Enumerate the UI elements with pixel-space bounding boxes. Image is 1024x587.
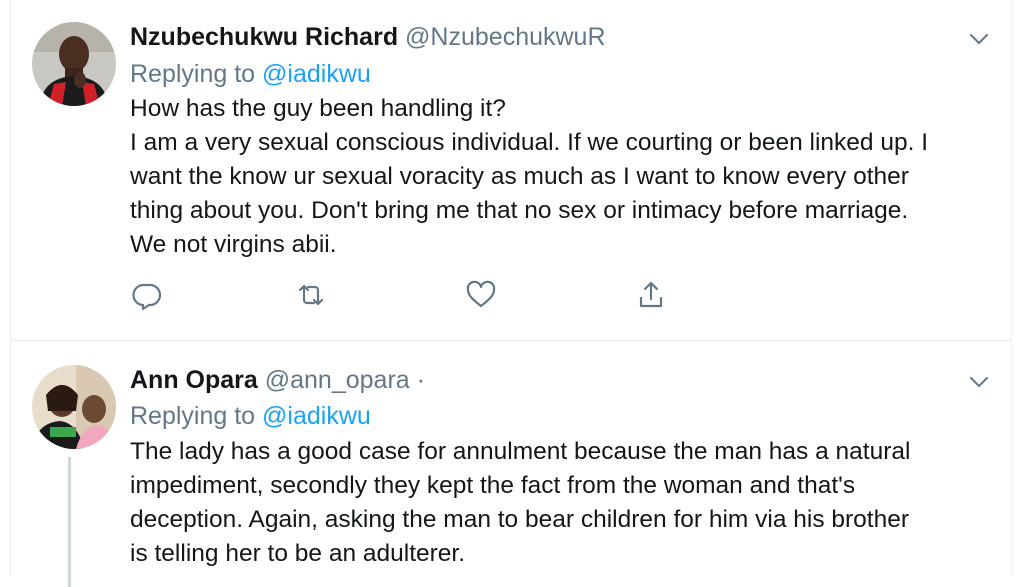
share-icon[interactable] <box>634 278 668 312</box>
tweet-text-line: impediment, secondly they kept the fact … <box>130 472 856 499</box>
separator-dot: · <box>416 366 425 394</box>
display-name[interactable]: Nzubechukwu Richard <box>130 23 398 51</box>
avatar[interactable] <box>32 22 116 106</box>
display-name[interactable]: Ann Opara <box>130 366 258 394</box>
replying-to-label: Replying to <box>130 402 256 430</box>
replying-to: Replying to @iadikwu <box>130 399 371 433</box>
tweet-text-line: deception. Again, asking the man to bear… <box>130 506 909 533</box>
retweet-icon[interactable] <box>294 278 328 312</box>
replying-to-user-link[interactable]: @iadikwu <box>262 60 371 88</box>
tweet-header: Ann Opara @ann_opara · <box>130 363 425 397</box>
tweet-text-line: thing about you. Don't bring me that no … <box>130 197 909 224</box>
tweet-text-line: want the know ur sexual voracity as much… <box>130 163 909 190</box>
tweet-text-line: The lady has a good case for annulment b… <box>130 438 911 465</box>
replying-to-user-link[interactable]: @iadikwu <box>262 402 371 430</box>
heart-icon[interactable] <box>464 278 498 312</box>
tweet-text: How has the guy been handling it? I am a… <box>130 92 1000 262</box>
replying-to: Replying to @iadikwu <box>130 57 371 91</box>
tweet-text-line: is telling her to be an adulterer. <box>130 540 466 567</box>
username[interactable]: @ann_opara <box>265 366 410 394</box>
reply-icon[interactable] <box>130 278 164 312</box>
avatar[interactable] <box>32 365 116 449</box>
chevron-down-icon[interactable] <box>968 30 990 48</box>
tweet-header: Nzubechukwu Richard @NzubechukwuR <box>130 20 606 54</box>
tweet-nzubechukwu[interactable]: Nzubechukwu Richard @NzubechukwuR Replyi… <box>10 0 1012 340</box>
tweet-text-line: How has the guy been handling it? <box>130 95 506 122</box>
tweet-text-line: I am a very sexual conscious individual.… <box>130 129 929 156</box>
tweet-text: The lady has a good case for annulment b… <box>130 435 1000 571</box>
thread-connector <box>68 457 71 587</box>
avatar-image <box>32 365 116 449</box>
tweet-text-line: We not virgins abii. <box>130 231 337 258</box>
username[interactable]: @NzubechukwuR <box>405 23 605 51</box>
avatar-image <box>32 22 116 106</box>
chevron-down-icon[interactable] <box>968 373 990 391</box>
replying-to-label: Replying to <box>130 60 256 88</box>
tweet-ann-opara[interactable]: Ann Opara @ann_opara · Replying to @iadi… <box>10 341 1012 587</box>
